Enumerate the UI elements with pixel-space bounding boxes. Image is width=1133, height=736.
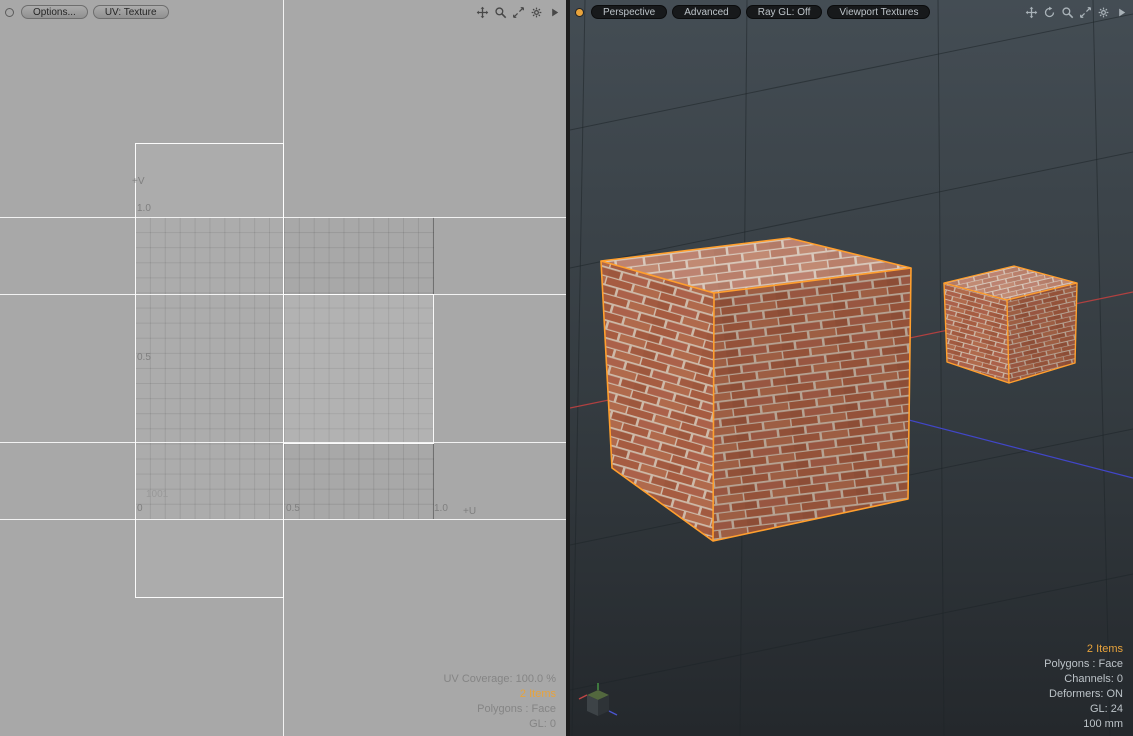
items-count-text: 2 Items <box>519 688 556 700</box>
channels-text: Channels: 0 <box>1064 673 1123 685</box>
udim-tile-label: 1001 <box>146 489 169 500</box>
3d-viewport-panel: Perspective Advanced Ray GL: Off Viewpor… <box>570 0 1133 736</box>
uv-status-readout: UV Coverage: 100.0 % 2 Items Polygons : … <box>443 672 556 732</box>
u-tick-05: 0.5 <box>286 503 300 514</box>
pan-icon[interactable] <box>476 6 489 19</box>
perspective-button[interactable]: Perspective <box>591 5 668 19</box>
origin-label: 0 <box>137 503 143 514</box>
panel-collapse-icon[interactable] <box>5 7 14 17</box>
uv-mode-button[interactable]: UV: Texture <box>92 5 169 19</box>
selection-mode-text: Polygons : Face <box>1044 658 1123 670</box>
uv-shell[interactable] <box>283 294 434 444</box>
maximize-icon[interactable] <box>1079 6 1092 19</box>
v-axis-label: +V <box>132 176 145 187</box>
panel-indicator-icon[interactable] <box>575 7 584 17</box>
u-axis-label: +U <box>463 506 477 517</box>
viewport-status-readout: 2 Items Polygons : Face Channels: 0 Defo… <box>1044 642 1123 732</box>
u-tick-1: 1.0 <box>434 503 448 514</box>
rotate-icon[interactable] <box>1043 6 1056 19</box>
right-face-shading <box>713 268 911 541</box>
brick-cube-small[interactable] <box>943 265 1078 384</box>
zoom-icon[interactable] <box>494 6 507 19</box>
pan-icon[interactable] <box>1025 6 1038 19</box>
flyout-icon[interactable] <box>548 6 561 19</box>
3d-scene[interactable] <box>570 0 1133 736</box>
gear-icon[interactable] <box>1097 6 1110 19</box>
options-button[interactable]: Options... <box>21 5 88 19</box>
raygl-button[interactable]: Ray GL: Off <box>745 5 823 19</box>
gear-icon[interactable] <box>530 6 543 19</box>
v-tick-05: 0.5 <box>137 352 151 363</box>
uv-editor-panel: +V 1.0 0.5 1001 0 0.5 1.0 +U Options... … <box>0 0 566 736</box>
uv-coverage-text: UV Coverage: 100.0 % <box>443 673 556 685</box>
selection-mode-text: Polygons : Face <box>477 703 556 715</box>
shading-mode-button[interactable]: Advanced <box>672 5 741 19</box>
viewport-textures-button[interactable]: Viewport Textures <box>827 5 931 19</box>
gl-count-text: GL: 0 <box>529 718 556 730</box>
items-count-text: 2 Items <box>1086 643 1123 655</box>
gl-count-text: GL: 24 <box>1089 703 1123 715</box>
deformers-text: Deformers: ON <box>1049 688 1123 700</box>
uv-toolbar: Options... UV: Texture <box>5 4 561 20</box>
flyout-icon[interactable] <box>1115 6 1128 19</box>
v-tick-1: 1.0 <box>137 203 151 214</box>
grid-size-text: 100 mm <box>1083 718 1123 730</box>
uv-shell[interactable] <box>135 143 284 598</box>
maximize-icon[interactable] <box>512 6 525 19</box>
zoom-icon[interactable] <box>1061 6 1074 19</box>
viewport-toolbar: Perspective Advanced Ray GL: Off Viewpor… <box>575 4 1128 20</box>
application-window: +V 1.0 0.5 1001 0 0.5 1.0 +U Options... … <box>0 0 1133 736</box>
